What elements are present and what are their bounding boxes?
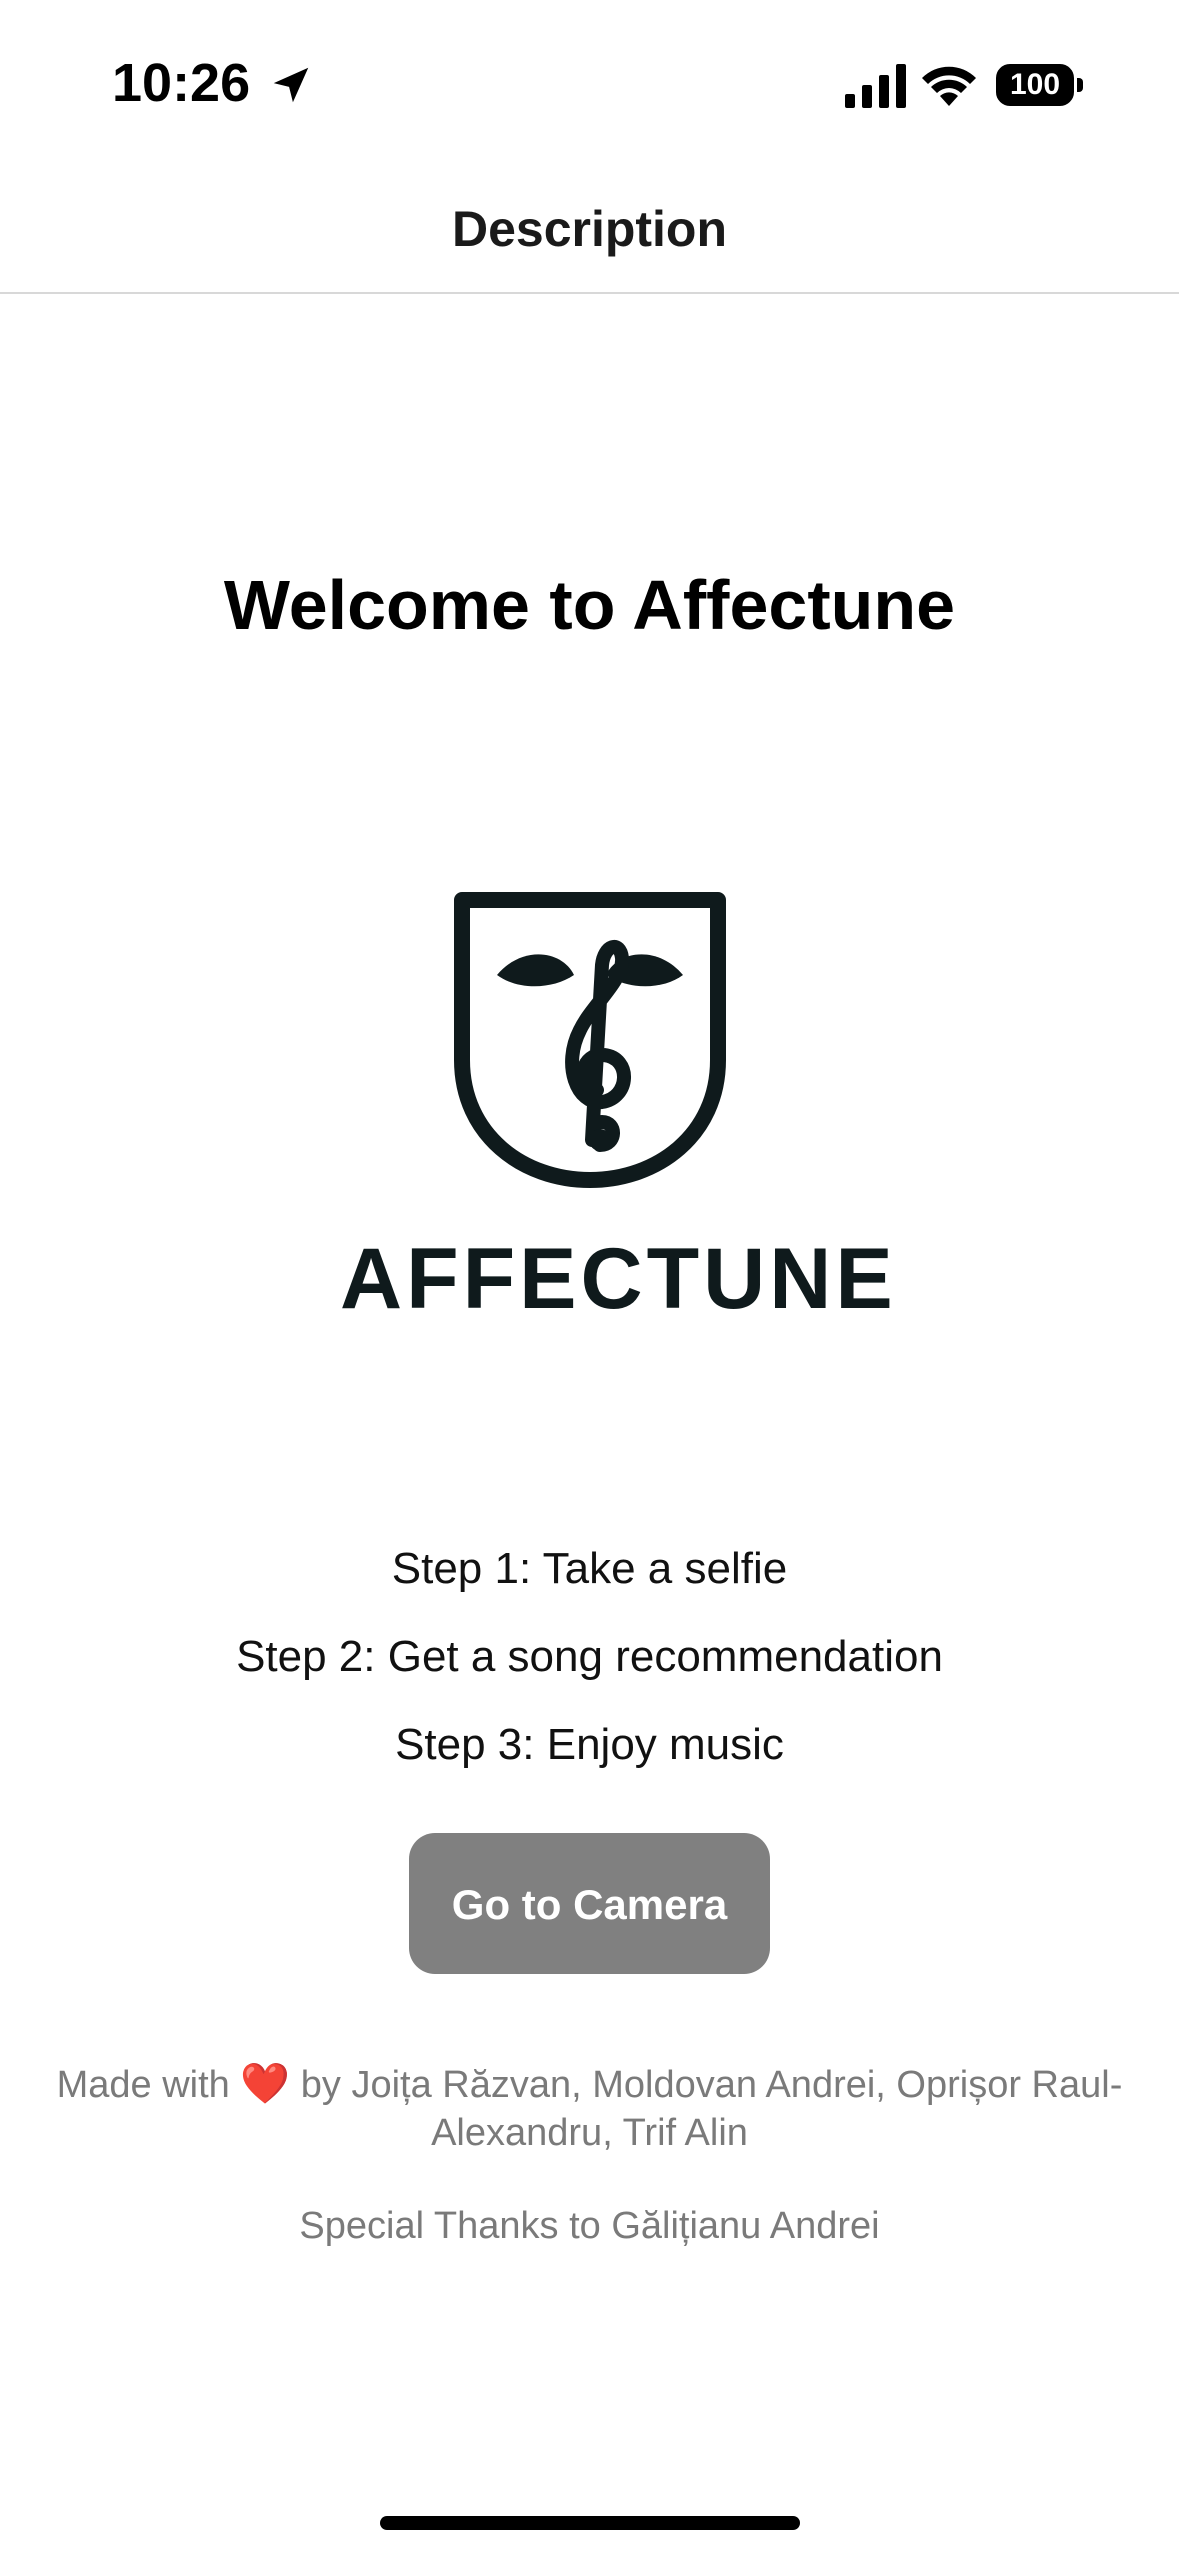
- steps-list: Step 1: Take a selfie Step 2: Get a song…: [0, 1525, 1179, 1789]
- nav-title: Description: [451, 201, 728, 257]
- battery-icon: 100: [996, 64, 1086, 108]
- status-time: 10:26: [112, 53, 251, 113]
- affectune-logo: AFFECTUNE: [340, 880, 897, 1340]
- home-indicator[interactable]: [380, 2516, 800, 2530]
- credits-authors: by Joița Răzvan, Moldovan Andrei, Oprișo…: [290, 2064, 1123, 2154]
- shield-treble-clef-icon: [454, 892, 726, 1188]
- battery-cap: [1077, 78, 1083, 92]
- step-3: Step 3: Enjoy music: [395, 1720, 784, 1769]
- location-arrow-icon: [273, 67, 309, 103]
- logo-wordmark: AFFECTUNE: [340, 1231, 897, 1327]
- status-bar: 10:26 100: [0, 0, 1179, 170]
- heart-icon: ❤️: [240, 2062, 291, 2106]
- navigation-bar: Description: [0, 170, 1179, 294]
- credits-prefix: Made with: [56, 2064, 230, 2106]
- step-1: Step 1: Take a selfie: [391, 1544, 788, 1593]
- battery-level: 100: [1009, 68, 1061, 101]
- special-thanks-text: Special Thanks to Gălițianu Andrei: [299, 2205, 880, 2247]
- credits-text: Made with ❤️ by Joița Răzvan, Moldovan A…: [40, 2060, 1139, 2157]
- step-2: Step 2: Get a song recommendation: [236, 1632, 943, 1681]
- wifi-icon: [922, 66, 976, 106]
- welcome-title: Welcome to Affectune: [223, 566, 956, 644]
- cellular-signal-icon: [845, 64, 906, 108]
- go-to-camera-button[interactable]: Go to Camera: [409, 1833, 770, 1974]
